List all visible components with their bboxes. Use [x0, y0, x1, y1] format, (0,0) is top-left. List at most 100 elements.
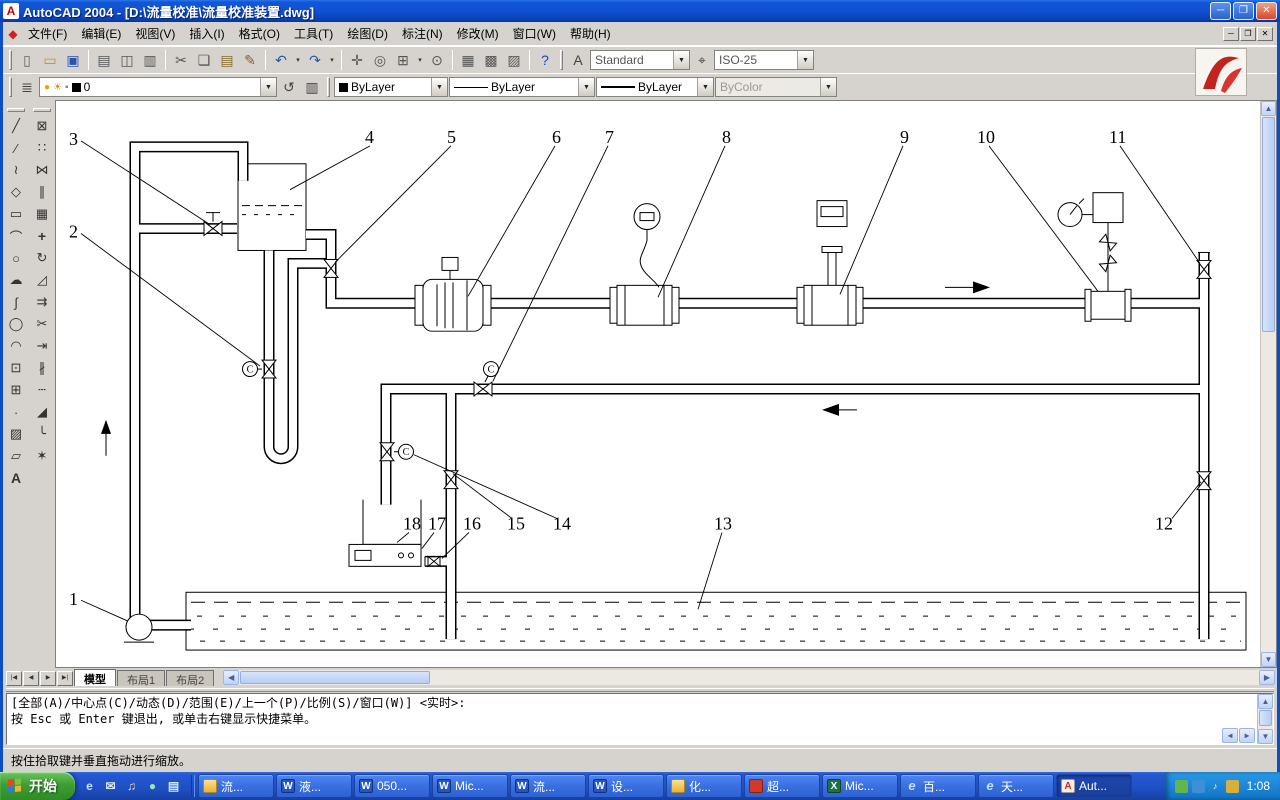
- menu-item-7[interactable]: 绘图(D): [340, 22, 395, 45]
- linetype-combo[interactable]: ByLayer ▼: [449, 77, 595, 97]
- menu-item-1[interactable]: 文件(F): [21, 22, 74, 45]
- menu-item-10[interactable]: 窗口(W): [506, 22, 563, 45]
- command-scrollbar[interactable]: ▲ ▼: [1257, 694, 1273, 744]
- messenger-icon[interactable]: ●: [144, 778, 161, 795]
- canvas-horizontal-scrollbar[interactable]: ◀ ▶: [223, 670, 1275, 685]
- scale-icon[interactable]: ◿: [30, 269, 54, 291]
- redo-icon[interactable]: ↷: [304, 49, 326, 71]
- revision-cloud-icon[interactable]: ☁: [4, 269, 28, 291]
- make-block-icon[interactable]: ⊞: [4, 379, 28, 401]
- zoom-previous-icon[interactable]: ⊙: [426, 49, 448, 71]
- doc-restore-button[interactable]: ❐: [1240, 27, 1256, 41]
- combo-arrow-icon[interactable]: ▼: [697, 78, 713, 96]
- plot-preview-icon[interactable]: ◫: [116, 49, 138, 71]
- designcenter-icon[interactable]: ▩: [480, 49, 502, 71]
- trim-icon[interactable]: ✂: [30, 313, 54, 335]
- menu-item-6[interactable]: 工具(T): [287, 22, 340, 45]
- vertical-scroll-track[interactable]: [1261, 333, 1276, 652]
- plot-icon[interactable]: ▤: [93, 49, 115, 71]
- tab-model[interactable]: 模型: [74, 669, 116, 686]
- toolbar-grip[interactable]: [560, 50, 563, 70]
- undo-icon-flyout[interactable]: ▾: [293, 49, 303, 71]
- combo-arrow-icon[interactable]: ▼: [797, 51, 813, 69]
- dim-style-icon[interactable]: ⌖: [691, 49, 713, 71]
- tray-status-icon-2[interactable]: [1192, 780, 1205, 793]
- undo-icon[interactable]: ↶: [270, 49, 292, 71]
- menu-item-8[interactable]: 标注(N): [395, 22, 450, 45]
- taskbar-button-12[interactable]: AAut...: [1056, 774, 1132, 798]
- ellipse-icon[interactable]: ◯: [4, 313, 28, 335]
- cmd-scroll-right-icon[interactable]: ▶: [1239, 728, 1255, 743]
- layer-combo[interactable]: ● ☀ ▪ 0 ▼: [39, 77, 277, 97]
- toolbar-grip[interactable]: [9, 50, 12, 70]
- scroll-left-icon[interactable]: ◀: [223, 670, 239, 685]
- text-style-combo[interactable]: Standard ▼: [590, 50, 690, 70]
- canvas-vertical-scrollbar[interactable]: ▲ ▼: [1260, 101, 1276, 667]
- drawing-canvas[interactable]: C C C: [55, 100, 1277, 668]
- break-at-point-icon[interactable]: ∦: [30, 357, 54, 379]
- internet-explorer-icon[interactable]: e: [81, 778, 98, 795]
- copy-icon[interactable]: ❏: [193, 49, 215, 71]
- insert-block-icon[interactable]: ⊡: [4, 357, 28, 379]
- outlook-express-icon[interactable]: ✉: [102, 778, 119, 795]
- command-splitter[interactable]: [6, 688, 1274, 692]
- zoom-window-icon-flyout[interactable]: ▾: [415, 49, 425, 71]
- multiline-text-icon[interactable]: A: [4, 467, 28, 489]
- taskbar-button-3[interactable]: W050...: [354, 774, 430, 798]
- cmd-scroll-left-icon[interactable]: ◀: [1222, 728, 1238, 743]
- combo-arrow-icon[interactable]: ▼: [431, 78, 447, 96]
- tray-status-icon-1[interactable]: [1175, 780, 1188, 793]
- break-icon[interactable]: ┄: [30, 379, 54, 401]
- taskbar-button-5[interactable]: W流...: [510, 774, 586, 798]
- menu-item-5[interactable]: 格式(O): [232, 22, 287, 45]
- polygon-icon[interactable]: ◇: [4, 181, 28, 203]
- toolbar-grip[interactable]: [33, 108, 51, 112]
- start-button[interactable]: 开始: [0, 772, 75, 800]
- tab-first-icon[interactable]: |◀: [6, 671, 22, 686]
- tool-palettes-icon[interactable]: ▨: [503, 49, 525, 71]
- taskbar-button-4[interactable]: WMic...: [432, 774, 508, 798]
- chamfer-icon[interactable]: ◢: [30, 401, 54, 423]
- region-icon[interactable]: ▱: [4, 445, 28, 467]
- taskbar-button-6[interactable]: W设...: [588, 774, 664, 798]
- dim-style-combo[interactable]: ISO-25 ▼: [714, 50, 814, 70]
- layer-states-icon[interactable]: ▥: [301, 76, 323, 98]
- toolbar-grip[interactable]: [7, 108, 25, 112]
- help-icon[interactable]: ?: [534, 49, 556, 71]
- toolbar-grip[interactable]: [327, 77, 330, 97]
- scroll-right-icon[interactable]: ▶: [1259, 670, 1275, 685]
- tab-next-icon[interactable]: ▶: [40, 671, 56, 686]
- zoom-window-icon[interactable]: ⊞: [392, 49, 414, 71]
- tab-layout1[interactable]: 布局1: [117, 670, 165, 686]
- publish-icon[interactable]: ▥: [139, 49, 161, 71]
- array-icon[interactable]: ▦: [30, 203, 54, 225]
- extend-icon[interactable]: ⇥: [30, 335, 54, 357]
- match-properties-icon[interactable]: ✎: [239, 49, 261, 71]
- menu-item-11[interactable]: 帮助(H): [563, 22, 618, 45]
- paste-icon[interactable]: ▤: [216, 49, 238, 71]
- menu-item-3[interactable]: 视图(V): [128, 22, 182, 45]
- combo-arrow-icon[interactable]: ▼: [578, 78, 594, 96]
- taskbar-button-9[interactable]: XMic...: [822, 774, 898, 798]
- layer-previous-icon[interactable]: ↺: [278, 76, 300, 98]
- horizontal-scroll-thumb[interactable]: [240, 671, 430, 684]
- line-icon[interactable]: ╱: [4, 115, 28, 137]
- layer-on-icon[interactable]: ●: [44, 82, 50, 93]
- hatch-icon[interactable]: ▨: [4, 423, 28, 445]
- redo-icon-flyout[interactable]: ▾: [327, 49, 337, 71]
- show-desktop-icon[interactable]: ▤: [165, 778, 182, 795]
- explode-icon[interactable]: ✶: [30, 445, 54, 467]
- doc-minimize-button[interactable]: ─: [1223, 27, 1239, 41]
- mirror-icon[interactable]: ⋈: [30, 159, 54, 181]
- open-icon[interactable]: ▭: [39, 49, 61, 71]
- doc-close-button[interactable]: ✕: [1257, 27, 1273, 41]
- taskbar-button-2[interactable]: W液...: [276, 774, 352, 798]
- combo-arrow-icon[interactable]: ▼: [260, 78, 276, 96]
- rotate-icon[interactable]: ↻: [30, 247, 54, 269]
- scroll-down-icon[interactable]: ▼: [1261, 652, 1276, 667]
- cmd-scroll-down-icon[interactable]: ▼: [1258, 729, 1273, 744]
- ellipse-arc-icon[interactable]: ◠: [4, 335, 28, 357]
- zoom-realtime-icon[interactable]: ◎: [369, 49, 391, 71]
- toolbar-grip[interactable]: [9, 77, 12, 97]
- cmd-scroll-up-icon[interactable]: ▲: [1258, 694, 1273, 709]
